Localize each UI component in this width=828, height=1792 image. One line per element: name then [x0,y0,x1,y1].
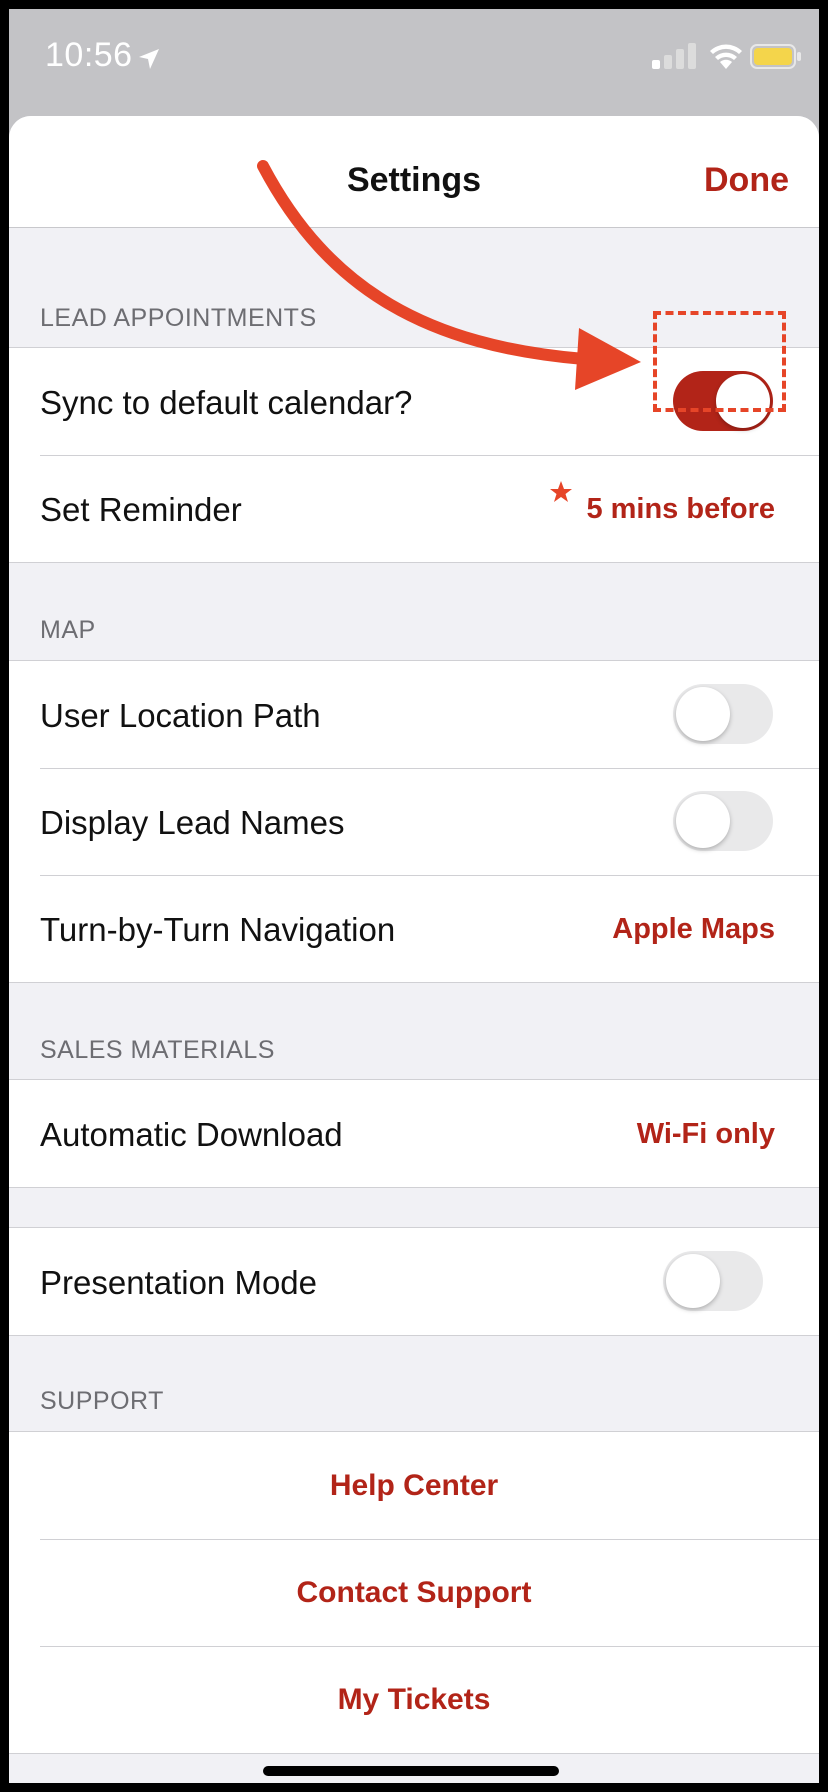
automatic-download-row[interactable]: Automatic Download Wi-Fi only [9,1080,819,1187]
display-lead-names-toggle[interactable] [673,791,773,851]
sync-calendar-label: Sync to default calendar? [40,384,413,421]
settings-sheet: Settings Done LEAD APPOINTMENTS Sync to … [9,116,819,1783]
wifi-icon [710,44,742,69]
section-header-lead-appointments: LEAD APPOINTMENTS [40,304,317,332]
sales-materials-group: Automatic Download Wi-Fi only [9,1079,819,1188]
my-tickets-link[interactable]: My Tickets [9,1683,819,1717]
user-location-path-row: User Location Path [9,661,819,768]
done-button[interactable]: Done [704,161,789,200]
my-tickets-row[interactable]: My Tickets [9,1646,819,1753]
annotation-star-icon [550,481,572,502]
section-header-sales-materials: SALES MATERIALS [40,1036,275,1064]
turn-by-turn-navigation-label: Turn-by-Turn Navigation [40,911,396,948]
set-reminder-label: Set Reminder [40,491,242,528]
turn-by-turn-navigation-value[interactable]: Apple Maps [612,913,775,946]
home-indicator [263,1766,559,1776]
page-title: Settings [346,161,482,199]
battery-icon [750,44,801,69]
presentation-mode-row: Presentation Mode [9,1228,819,1335]
map-group: User Location Path Display Lead Names Tu… [9,660,819,983]
status-bar: 10:56 [9,9,819,109]
annotation-highlight-box [653,311,786,412]
phone-screen: 10:56 Settings Done LEAD APPOINTMENTS Sy… [9,9,819,1783]
contact-support-row[interactable]: Contact Support [9,1539,819,1646]
turn-by-turn-navigation-row[interactable]: Turn-by-Turn Navigation Apple Maps [9,875,819,982]
presentation-mode-label: Presentation Mode [40,1264,318,1301]
automatic-download-value[interactable]: Wi-Fi only [637,1118,775,1151]
cellular-signal-icon [652,43,696,69]
navigation-bar: Settings Done [9,116,819,228]
display-lead-names-row: Display Lead Names [9,768,819,875]
toggle-knob [676,687,730,741]
set-reminder-value[interactable]: 5 mins before [586,493,775,526]
location-arrow-icon [139,49,159,69]
contact-support-link[interactable]: Contact Support [9,1576,819,1610]
set-reminder-row[interactable]: Set Reminder 5 mins before [9,455,819,562]
user-location-path-label: User Location Path [40,697,321,734]
automatic-download-label: Automatic Download [40,1116,343,1153]
section-header-map: MAP [40,616,96,644]
section-header-support: SUPPORT [40,1387,164,1415]
presentation-group: Presentation Mode [9,1227,819,1336]
toggle-knob [676,794,730,848]
status-time: 10:56 [45,36,133,74]
display-lead-names-label: Display Lead Names [40,804,345,841]
support-group: Help Center Contact Support My Tickets [9,1431,819,1754]
help-center-row[interactable]: Help Center [9,1432,819,1539]
user-location-path-toggle[interactable] [673,684,773,744]
presentation-mode-toggle[interactable] [663,1251,763,1311]
help-center-link[interactable]: Help Center [9,1469,819,1503]
toggle-knob [666,1254,720,1308]
